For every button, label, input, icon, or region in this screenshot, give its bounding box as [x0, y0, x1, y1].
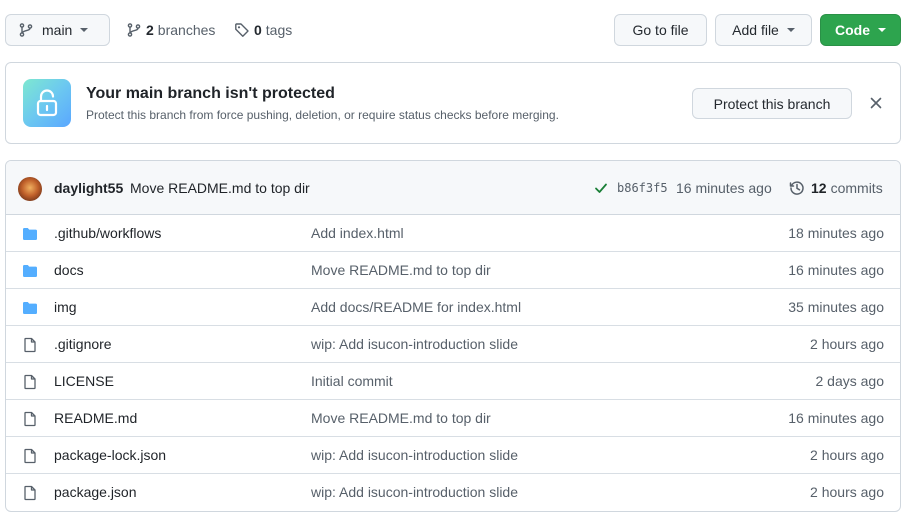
- file-commit-time: 16 minutes ago: [788, 262, 884, 278]
- file-commit-time: 35 minutes ago: [788, 299, 884, 315]
- file-commit-time: 2 hours ago: [810, 447, 884, 463]
- avatar[interactable]: [18, 177, 42, 201]
- commit-message-link[interactable]: Move README.md to top dir: [130, 180, 310, 196]
- file-commit-message-link[interactable]: Move README.md to top dir: [311, 410, 491, 426]
- chevron-down-icon: [878, 28, 886, 32]
- file-name-link[interactable]: README.md: [54, 410, 137, 426]
- add-file-label: Add file: [732, 22, 779, 38]
- file-browser: daylight55 Move README.md to top dir b86…: [5, 160, 901, 512]
- file-name-link[interactable]: img: [54, 299, 77, 315]
- branch-protection-banner: Your main branch isn't protected Protect…: [5, 62, 901, 144]
- branches-link[interactable]: 2 branches: [126, 14, 215, 46]
- file-commit-message-link[interactable]: Add docs/README for index.html: [311, 299, 521, 315]
- protect-branch-button[interactable]: Protect this branch: [692, 88, 852, 119]
- banner-description: Protect this branch from force pushing, …: [86, 108, 559, 122]
- tags-link[interactable]: 0 tags: [234, 14, 292, 46]
- commit-sha-link[interactable]: b86f3f5: [617, 181, 668, 195]
- file-name-link[interactable]: package-lock.json: [54, 447, 166, 463]
- tags-label: tags: [265, 22, 293, 38]
- file-name-link[interactable]: LICENSE: [54, 373, 114, 389]
- branches-label: branches: [157, 22, 216, 38]
- commits-history-link[interactable]: 12 commits: [789, 180, 883, 196]
- file-commit-time: 2 days ago: [815, 373, 885, 389]
- file-commit-time: 2 hours ago: [810, 336, 884, 352]
- add-file-button[interactable]: Add file: [715, 14, 812, 46]
- file-name-link[interactable]: .gitignore: [54, 336, 112, 352]
- table-row[interactable]: .gitignore wip: Add isucon-introduction s…: [6, 326, 900, 363]
- code-label: Code: [835, 22, 870, 38]
- file-name-link[interactable]: docs: [54, 262, 84, 278]
- file-icon: [22, 374, 38, 390]
- chevron-down-icon: [80, 28, 89, 32]
- banner-title: Your main branch isn't protected: [86, 85, 335, 102]
- commit-time: 16 minutes ago: [676, 180, 772, 196]
- commits-label: commits: [830, 180, 883, 196]
- close-icon[interactable]: [868, 95, 884, 111]
- table-row[interactable]: .github/workflows Add index.html 18 minute…: [6, 215, 900, 252]
- go-to-file-label: Go to file: [632, 22, 689, 38]
- git-branch-icon: [127, 23, 141, 37]
- protect-branch-label: Protect this branch: [713, 95, 831, 112]
- chevron-down-icon: [786, 28, 795, 32]
- file-icon: [22, 448, 38, 464]
- branch-select-button[interactable]: main: [5, 14, 110, 46]
- repo-toolbar: main 2 branches 0 tags Go to file Add fi…: [0, 0, 908, 62]
- commits-count: 12: [811, 180, 827, 196]
- table-row[interactable]: LICENSE Initial commit 2 days ago: [6, 363, 900, 400]
- table-row[interactable]: docs Move README.md to top dir 16 minutes …: [6, 252, 900, 289]
- git-branch-icon: [19, 23, 33, 37]
- table-row[interactable]: img Add docs/README for index.html 35 minu…: [6, 289, 900, 326]
- folder-icon: [22, 300, 38, 316]
- file-commit-time: 18 minutes ago: [788, 225, 884, 241]
- file-commit-time: 2 hours ago: [810, 484, 884, 500]
- file-commit-message-link[interactable]: wip: Add isucon-introduction slide: [311, 336, 518, 352]
- file-icon: [22, 485, 38, 501]
- file-name-link[interactable]: .github/workflows: [54, 225, 161, 241]
- file-commit-message-link[interactable]: Add index.html: [311, 225, 404, 241]
- file-icon: [22, 337, 38, 353]
- folder-icon: [22, 263, 38, 279]
- file-name-link[interactable]: package.json: [54, 484, 137, 500]
- tag-icon: [235, 23, 249, 37]
- file-list: .github/workflows Add index.html 18 minute…: [6, 215, 900, 511]
- table-row[interactable]: package-lock.json wip: Add isucon-introdu…: [6, 437, 900, 474]
- go-to-file-button[interactable]: Go to file: [614, 14, 707, 46]
- file-commit-message-link[interactable]: Move README.md to top dir: [311, 262, 491, 278]
- file-commit-time: 16 minutes ago: [788, 410, 884, 426]
- branches-count: 2: [146, 22, 154, 38]
- tags-count: 0: [254, 22, 262, 38]
- branch-name: main: [42, 22, 73, 38]
- code-button[interactable]: Code: [820, 14, 901, 46]
- latest-commit-bar: daylight55 Move README.md to top dir b86…: [6, 161, 900, 215]
- file-commit-message-link[interactable]: wip: Add isucon-introduction slide: [311, 447, 518, 463]
- file-commit-message-link[interactable]: wip: Add isucon-introduction slide: [311, 484, 518, 500]
- file-commit-message-link[interactable]: Initial commit: [311, 373, 393, 389]
- unlock-icon: [23, 79, 71, 127]
- check-icon[interactable]: [594, 181, 608, 195]
- folder-icon: [22, 226, 38, 242]
- table-row[interactable]: package.json wip: Add isucon-introduction…: [6, 474, 900, 511]
- file-icon: [22, 411, 38, 427]
- history-icon: [789, 181, 804, 195]
- table-row[interactable]: README.md Move README.md to top dir 16 min…: [6, 400, 900, 437]
- commit-author-link[interactable]: daylight55: [54, 180, 123, 196]
